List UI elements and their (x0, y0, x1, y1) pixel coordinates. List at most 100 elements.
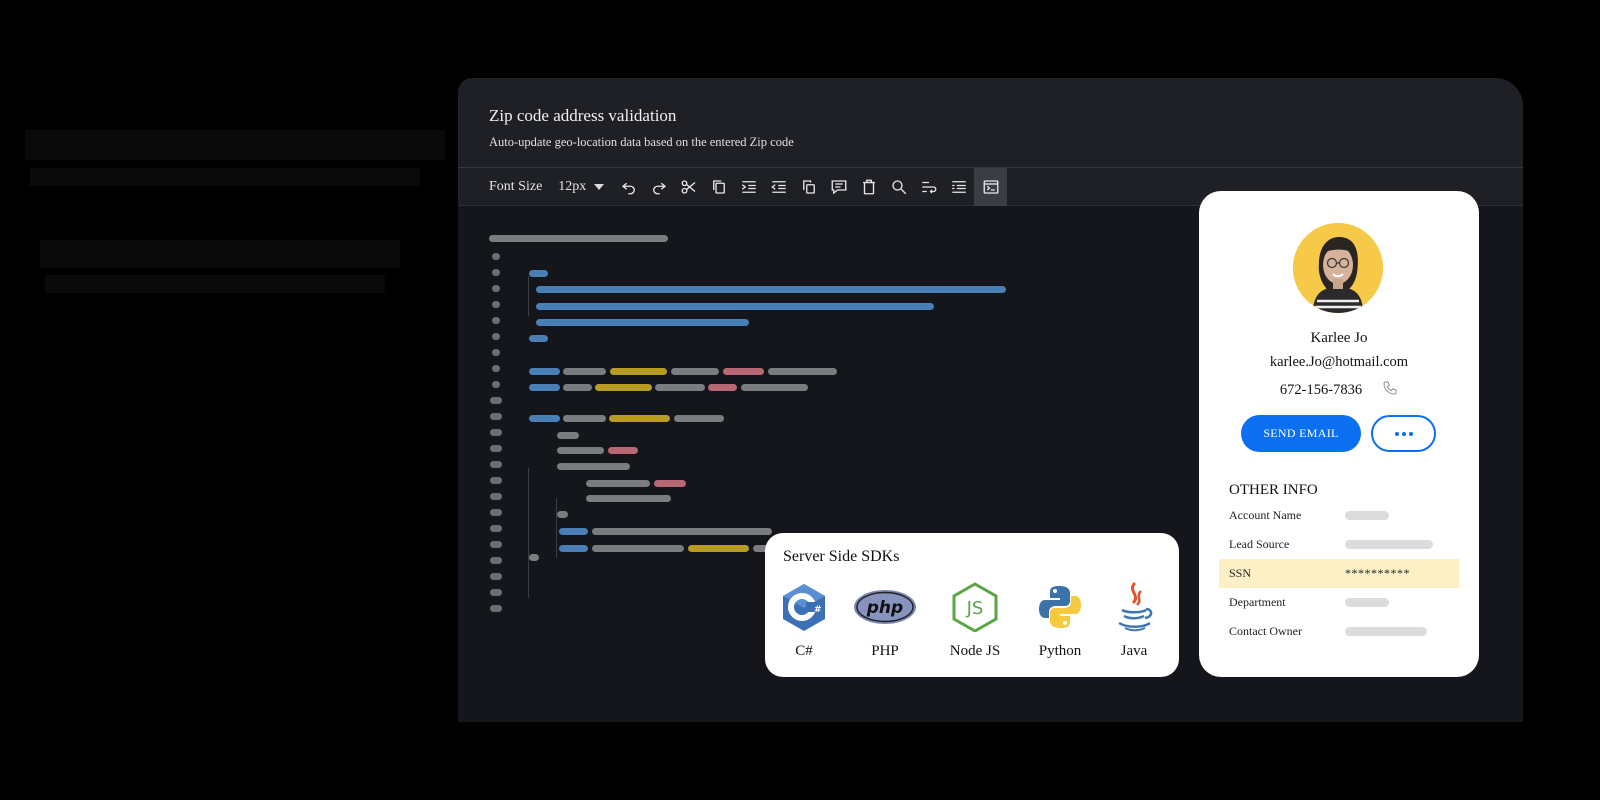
code-token (536, 286, 1006, 293)
indent-guide (528, 276, 529, 316)
code-token (536, 303, 934, 310)
editor-subtitle: Auto-update geo-location data based on t… (489, 135, 794, 149)
code-token (674, 415, 724, 422)
gutter-marker (492, 285, 500, 292)
info-label: Contact Owner (1229, 624, 1302, 638)
code-token (708, 384, 737, 391)
editor-header: Zip code address validation Auto-update … (458, 78, 1523, 168)
format-icon[interactable] (944, 168, 974, 206)
svg-text:#: # (814, 605, 822, 615)
gutter-marker (490, 509, 502, 516)
info-label: SSN (1229, 566, 1252, 580)
sdk-item-python[interactable]: Python (1025, 581, 1095, 660)
sdk-label: Python (1038, 643, 1082, 659)
sdk-panel-title: Server Side SDKs (783, 548, 900, 565)
cut-icon[interactable] (674, 168, 704, 206)
info-row-lead-source: Lead Source (1219, 530, 1459, 559)
info-label: Lead Source (1229, 537, 1290, 551)
gutter-marker (492, 349, 500, 356)
copy-icon[interactable] (704, 168, 734, 206)
php-icon: php (850, 581, 920, 633)
sdk-item-php[interactable]: php PHP (850, 581, 920, 660)
gutter-marker (492, 269, 500, 276)
gutter-marker (490, 477, 502, 484)
gutter-marker (492, 317, 500, 324)
code-token (595, 384, 652, 391)
code-token (608, 447, 638, 454)
code-token (768, 368, 837, 375)
code-token (529, 415, 560, 422)
gutter-marker (490, 461, 502, 468)
search-icon[interactable] (884, 168, 914, 206)
info-row-ssn: SSN ********** (1219, 559, 1459, 588)
code-token (529, 368, 560, 375)
sdk-item-java[interactable]: Java (1099, 581, 1169, 660)
phone-icon[interactable] (1382, 380, 1398, 401)
sdk-item-csharp[interactable]: # C# (769, 581, 839, 660)
code-token (529, 554, 539, 561)
code-token (586, 495, 671, 502)
gutter-marker (490, 573, 502, 580)
paste-icon[interactable] (794, 168, 824, 206)
chevron-down-icon[interactable] (594, 183, 605, 190)
code-token (610, 368, 667, 375)
word-wrap-icon[interactable] (914, 168, 944, 206)
contact-email[interactable]: karlee.Jo@hotmail.com (1199, 354, 1479, 371)
csharp-icon: # (769, 581, 839, 633)
sdk-label: Java (1120, 643, 1148, 659)
send-email-button[interactable]: SEND EMAIL (1241, 415, 1361, 452)
code-token (563, 415, 606, 422)
code-token (563, 384, 592, 391)
redo-icon[interactable] (644, 168, 674, 206)
font-size-select[interactable]: 12px (558, 179, 586, 195)
code-token (671, 368, 719, 375)
terminal-icon[interactable] (974, 167, 1008, 206)
code-line (489, 235, 668, 242)
code-token (557, 447, 604, 454)
code-token (592, 528, 772, 535)
info-row-contact-owner: Contact Owner (1219, 617, 1459, 646)
outdent-icon[interactable] (764, 168, 794, 206)
avatar (1293, 223, 1383, 313)
gutter-marker (492, 333, 500, 340)
comment-icon[interactable] (824, 168, 854, 206)
more-options-button[interactable] (1371, 415, 1436, 452)
contact-phone: 672-156-7836 (1279, 382, 1363, 398)
code-token (559, 528, 588, 535)
other-info-title: OTHER INFO (1229, 482, 1318, 498)
indent-guide (556, 498, 557, 558)
sdk-label: PHP (871, 643, 899, 659)
gutter-marker (492, 381, 500, 388)
sdk-label: C# (795, 643, 813, 659)
indent-icon[interactable] (734, 168, 764, 206)
gutter-marker (492, 365, 500, 372)
info-row-department: Department (1219, 588, 1459, 617)
code-token (655, 384, 705, 391)
ellipsis-dot (1408, 431, 1413, 436)
gutter-marker (490, 429, 502, 436)
contact-card: Karlee Jo karlee.Jo@hotmail.com 672-156-… (1199, 191, 1479, 677)
gutter-marker (490, 413, 502, 420)
svg-text:JS: JS (966, 598, 984, 619)
code-token (741, 384, 808, 391)
font-size-label: Font Size (489, 178, 543, 194)
undo-icon[interactable] (614, 168, 644, 206)
gutter-marker (490, 397, 502, 404)
gutter-marker (490, 605, 502, 612)
code-token (529, 335, 548, 342)
info-label: Department (1229, 595, 1286, 609)
code-token (688, 545, 749, 552)
code-token (557, 432, 579, 439)
ellipsis-icon (1394, 431, 1399, 436)
gutter-marker (492, 253, 500, 260)
info-placeholder (1345, 627, 1427, 636)
delete-icon[interactable] (854, 168, 884, 206)
code-token (529, 384, 560, 391)
sdk-item-nodejs[interactable]: JS Node JS (940, 581, 1010, 660)
nodejs-icon: JS (940, 581, 1010, 633)
indent-guide (528, 468, 529, 598)
code-token (654, 480, 686, 487)
java-icon (1099, 581, 1169, 633)
gutter-marker (492, 301, 500, 308)
info-label: Account Name (1229, 508, 1302, 522)
